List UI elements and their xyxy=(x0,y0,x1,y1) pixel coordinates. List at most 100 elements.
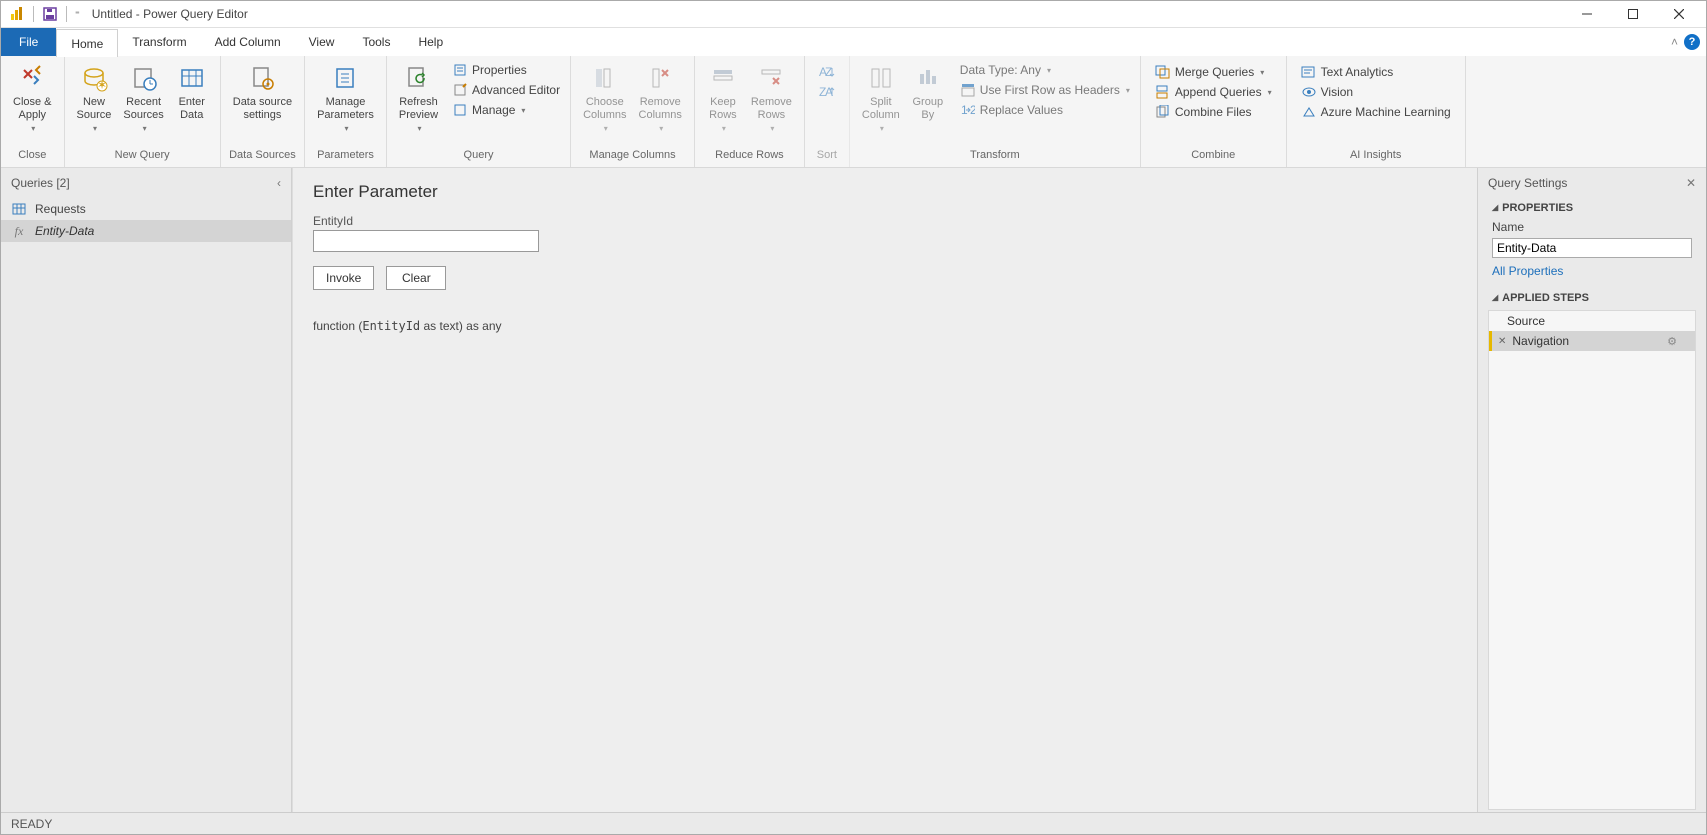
svg-text:2: 2 xyxy=(970,103,975,117)
azure-ml-button[interactable]: Azure Machine Learning xyxy=(1297,102,1455,122)
vision-button[interactable]: Vision xyxy=(1297,82,1455,102)
manage-button[interactable]: Manage▾ xyxy=(448,100,564,120)
choose-columns-button[interactable]: Choose Columns▾ xyxy=(577,60,632,135)
maximize-button[interactable] xyxy=(1610,1,1656,28)
combine-files-button[interactable]: Combine Files xyxy=(1151,102,1276,122)
refresh-icon xyxy=(402,62,434,94)
entityid-input[interactable] xyxy=(313,230,539,252)
close-apply-icon xyxy=(16,62,48,94)
properties-icon xyxy=(452,62,468,78)
keep-rows-button[interactable]: Keep Rows▾ xyxy=(701,60,745,135)
manage-parameters-button[interactable]: Manage Parameters▾ xyxy=(311,60,380,135)
close-settings-icon[interactable]: ✕ xyxy=(1686,176,1696,190)
queries-pane: Queries [2] ‹ Requests fx Entity-Data xyxy=(1,168,292,812)
new-source-icon: ✶ xyxy=(78,62,110,94)
ribbon-group-query: Refresh Preview▾ Properties Advanced Edi… xyxy=(387,56,571,167)
group-by-button[interactable]: Group By xyxy=(906,60,950,124)
ribbon-group-sort: AZ ZA Sort xyxy=(805,56,850,167)
merge-queries-icon xyxy=(1155,64,1171,80)
manage-parameters-icon xyxy=(329,62,361,94)
group-by-icon xyxy=(912,62,944,94)
remove-rows-icon xyxy=(755,62,787,94)
tab-tools[interactable]: Tools xyxy=(348,28,404,56)
query-name-input[interactable] xyxy=(1492,238,1692,258)
properties-button[interactable]: Properties xyxy=(448,60,564,80)
save-icon[interactable] xyxy=(42,6,58,22)
help-icon[interactable]: ? xyxy=(1684,34,1700,50)
new-source-button[interactable]: ✶ New Source▾ xyxy=(71,60,118,135)
append-queries-icon xyxy=(1155,84,1171,100)
main-content: Enter Parameter EntityId Invoke Clear fu… xyxy=(292,168,1477,812)
merge-queries-button[interactable]: Merge Queries▾ xyxy=(1151,62,1276,82)
ribbon-group-transform: Split Column▾ Group By Data Type: Any▾ U… xyxy=(850,56,1141,167)
sort-asc-button[interactable]: AZ xyxy=(815,62,839,82)
ribbon: Close & Apply▾ Close ✶ New Source▾ Recen… xyxy=(1,56,1706,168)
remove-columns-icon xyxy=(644,62,676,94)
title-bar: ⁼ Untitled - Power Query Editor xyxy=(1,1,1706,28)
choose-columns-icon xyxy=(589,62,621,94)
ribbon-tabs: File Home Transform Add Column View Tool… xyxy=(1,28,1706,56)
step-gear-icon[interactable]: ⚙ xyxy=(1667,335,1677,348)
first-row-headers-button[interactable]: Use First Row as Headers▾ xyxy=(956,80,1134,100)
window-title: Untitled - Power Query Editor xyxy=(92,7,248,21)
qat-dropdown-icon[interactable]: ⁼ xyxy=(75,9,80,20)
close-apply-button[interactable]: Close & Apply▾ xyxy=(7,60,58,135)
enter-data-icon xyxy=(176,62,208,94)
tab-transform[interactable]: Transform xyxy=(118,28,200,56)
svg-text:Z: Z xyxy=(825,65,832,79)
delete-step-icon[interactable]: ✕ xyxy=(1498,336,1506,347)
tab-add-column[interactable]: Add Column xyxy=(201,28,295,56)
enter-data-button[interactable]: Enter Data xyxy=(170,60,214,124)
applied-steps-section[interactable]: APPLIED STEPS xyxy=(1478,288,1706,308)
split-column-button[interactable]: Split Column▾ xyxy=(856,60,906,135)
svg-text:✶: ✶ xyxy=(97,78,107,92)
qat-separator-2 xyxy=(66,6,67,22)
data-type-button[interactable]: Data Type: Any▾ xyxy=(956,60,1134,80)
applied-steps-list: Source ✕ Navigation ⚙ xyxy=(1488,310,1696,810)
text-analytics-button[interactable]: Text Analytics xyxy=(1297,62,1455,82)
all-properties-link[interactable]: All Properties xyxy=(1478,264,1706,288)
minimize-button[interactable] xyxy=(1564,1,1610,28)
properties-section[interactable]: PROPERTIES xyxy=(1478,198,1706,218)
function-signature: function (EntityId as text) as any xyxy=(313,318,1457,333)
queries-header: Queries [2] ‹ xyxy=(1,168,291,198)
split-column-icon xyxy=(865,62,897,94)
entityid-label: EntityId xyxy=(313,214,1457,228)
advanced-editor-button[interactable]: Advanced Editor xyxy=(448,80,564,100)
query-settings-header: Query Settings ✕ xyxy=(1478,168,1706,198)
recent-sources-button[interactable]: Recent Sources▾ xyxy=(117,60,169,135)
status-text: READY xyxy=(11,817,52,831)
tab-home[interactable]: Home xyxy=(56,29,118,57)
tab-file[interactable]: File xyxy=(1,28,56,56)
powerbi-icon xyxy=(9,6,25,22)
replace-values-button[interactable]: 12Replace Values xyxy=(956,100,1134,120)
invoke-button[interactable]: Invoke xyxy=(313,266,374,290)
ribbon-group-manage-columns: Choose Columns▾ Remove Columns▾ Manage C… xyxy=(571,56,695,167)
status-bar: READY xyxy=(1,812,1706,834)
ribbon-group-close: Close & Apply▾ Close xyxy=(1,56,65,167)
tab-view[interactable]: View xyxy=(295,28,349,56)
vision-icon xyxy=(1301,84,1317,100)
step-source[interactable]: Source xyxy=(1489,311,1695,331)
append-queries-button[interactable]: Append Queries▾ xyxy=(1151,82,1276,102)
manage-icon xyxy=(452,102,468,118)
clear-button[interactable]: Clear xyxy=(386,266,446,290)
table-icon xyxy=(11,201,27,217)
replace-values-icon: 12 xyxy=(960,102,976,118)
remove-rows-button[interactable]: Remove Rows▾ xyxy=(745,60,798,135)
sort-desc-icon: ZA xyxy=(819,84,835,100)
workspace: Queries [2] ‹ Requests fx Entity-Data En… xyxy=(1,168,1706,812)
query-item-entity-data[interactable]: fx Entity-Data xyxy=(1,220,291,242)
ribbon-collapse-icon[interactable]: ˄ xyxy=(1671,35,1678,49)
combine-files-icon xyxy=(1155,104,1171,120)
remove-columns-button[interactable]: Remove Columns▾ xyxy=(633,60,688,135)
data-source-settings-button[interactable]: Data source settings xyxy=(227,60,298,124)
text-analytics-icon xyxy=(1301,64,1317,80)
query-item-requests[interactable]: Requests xyxy=(1,198,291,220)
collapse-queries-icon[interactable]: ‹ xyxy=(277,176,281,190)
close-window-button[interactable] xyxy=(1656,1,1702,28)
step-navigation[interactable]: ✕ Navigation ⚙ xyxy=(1489,331,1695,351)
sort-desc-button[interactable]: ZA xyxy=(815,82,839,102)
refresh-preview-button[interactable]: Refresh Preview▾ xyxy=(393,60,444,135)
tab-help[interactable]: Help xyxy=(404,28,457,56)
